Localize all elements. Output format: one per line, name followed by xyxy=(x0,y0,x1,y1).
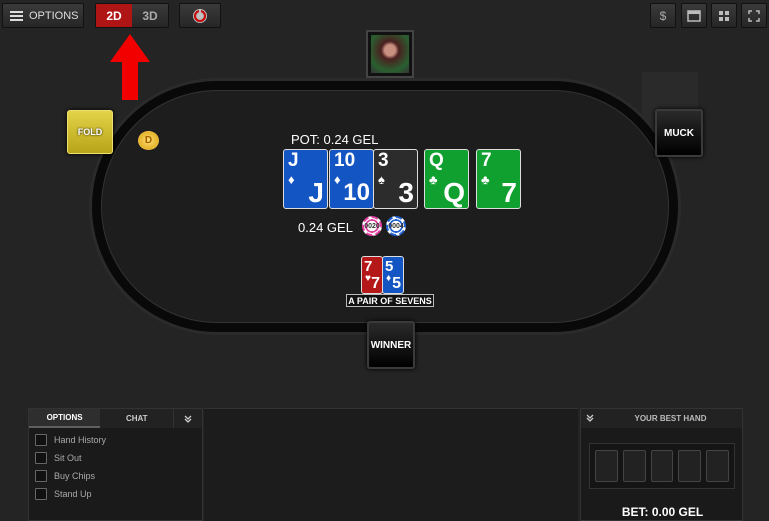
best-hand-title: YOUR BEST HAND xyxy=(634,414,707,423)
option-label: Buy Chips xyxy=(54,470,96,481)
card-slot xyxy=(678,450,702,482)
view-toggle: 2D 3D xyxy=(95,3,169,28)
hole-card: 7 ♥ 7 xyxy=(361,256,383,294)
stand-up-option[interactable]: Stand Up xyxy=(35,487,202,500)
sit-out-option[interactable]: Sit Out xyxy=(35,451,202,464)
opponent-avatar[interactable] xyxy=(366,30,414,78)
board-card: 7 ♣ 7 xyxy=(476,149,521,209)
option-label: Stand Up xyxy=(54,488,92,499)
board-card: 10 ♦ 10 xyxy=(329,149,374,209)
chip-stack: 0004 xyxy=(386,216,406,236)
checkbox[interactable] xyxy=(35,433,47,446)
replay-icon xyxy=(193,8,207,23)
view-3d-button[interactable]: 3D xyxy=(132,4,168,27)
best-hand-panel: YOUR BEST HAND BET: 0.00 GEL xyxy=(580,408,743,521)
card-slot xyxy=(650,450,674,482)
card-slot xyxy=(706,450,729,482)
checkbox[interactable] xyxy=(35,469,47,482)
checkbox[interactable] xyxy=(35,487,47,500)
options-menu-label: OPTIONS xyxy=(29,9,79,22)
options-panel: OPTIONS CHAT Hand History Sit Out Buy Ch… xyxy=(28,408,203,521)
card-slot xyxy=(622,450,646,482)
action-area xyxy=(204,408,578,521)
fullscreen-icon[interactable] xyxy=(741,3,767,28)
best-hand-slots xyxy=(589,443,735,489)
board-card: 3 ♠ 3 xyxy=(373,149,418,209)
grid-icon[interactable] xyxy=(711,3,737,28)
bet-label: BET: 0.00 GEL xyxy=(621,505,704,519)
fold-button[interactable]: FOLD xyxy=(67,110,113,154)
collapse-chevron-icon[interactable] xyxy=(173,409,202,428)
option-label: Hand History xyxy=(54,434,107,445)
checkbox[interactable] xyxy=(35,451,47,464)
options-menu-button[interactable]: OPTIONS xyxy=(2,3,84,28)
option-label: Sit Out xyxy=(54,452,82,463)
tab-options[interactable]: OPTIONS xyxy=(29,409,101,428)
board-card: J ♦ J xyxy=(283,149,328,209)
buy-chips-option[interactable]: Buy Chips xyxy=(35,469,202,482)
pot-label: POT: 0.24 GEL xyxy=(291,132,379,147)
hand-history-option[interactable]: Hand History xyxy=(35,433,202,446)
board-card: Q ♣ Q xyxy=(424,149,469,209)
dealer-button: D xyxy=(138,131,159,150)
chip-stack: 0020 xyxy=(362,216,382,236)
up-arrow-icon xyxy=(110,34,150,100)
hole-card: 5 ♦ 5 xyxy=(382,256,404,294)
collapse-chevron-icon[interactable] xyxy=(581,414,599,424)
winner-button[interactable]: WINNER xyxy=(367,321,415,369)
view-2d-button[interactable]: 2D xyxy=(96,4,132,27)
tab-chat[interactable]: CHAT xyxy=(100,409,173,428)
card-slot xyxy=(595,450,618,482)
window-icon[interactable] xyxy=(681,3,707,28)
hand-rank-label: A PAIR OF SEVENS xyxy=(346,294,434,307)
hamburger-icon xyxy=(10,10,23,21)
muck-button[interactable]: MUCK xyxy=(655,109,703,157)
replay-button[interactable] xyxy=(179,3,221,28)
bet-amount-label: 0.24 GEL xyxy=(298,220,353,235)
dollar-icon[interactable]: $ xyxy=(650,3,676,28)
